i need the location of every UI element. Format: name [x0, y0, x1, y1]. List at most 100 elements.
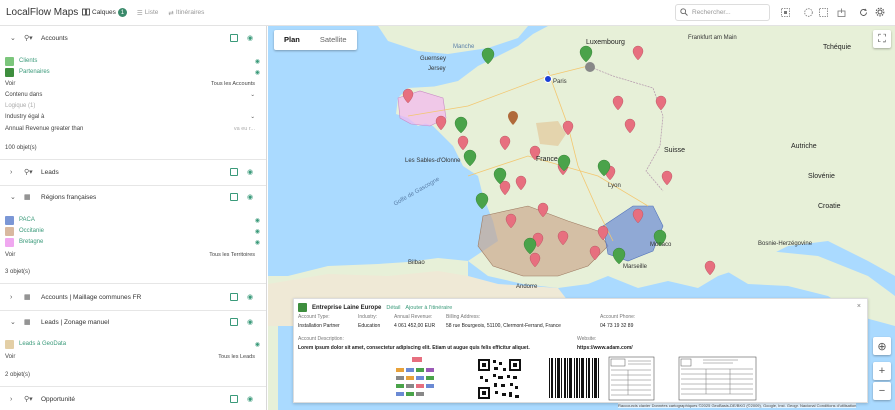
layer-swatch: [5, 67, 14, 77]
layer-item-paca[interactable]: PACA ◉: [5, 215, 260, 225]
eye-icon[interactable]: ◉: [247, 193, 253, 201]
layer-label: PACA: [19, 217, 35, 223]
eye-icon[interactable]: ◉: [255, 239, 260, 246]
layer-item-leads-geodata[interactable]: Leads à GeoData ◉: [5, 339, 260, 349]
layer-settings-icon[interactable]: [230, 193, 238, 201]
place-label: Paris: [553, 79, 567, 85]
record-name: Entreprise Laine Europe: [312, 304, 382, 311]
section-accounts-header[interactable]: ⌄ ⚲▾ Accounts ◉: [0, 29, 266, 47]
divider: [0, 185, 266, 186]
detail-link[interactable]: Détail: [386, 305, 400, 311]
layer-settings-icon[interactable]: [230, 318, 238, 326]
field-label: Voir: [5, 252, 16, 258]
revenue-filter[interactable]: Annual Revenue greater than va eu r...: [5, 124, 260, 134]
close-icon[interactable]: ×: [857, 303, 861, 310]
chevron-down-icon[interactable]: ⌄: [10, 193, 16, 201]
layer-label: Bretagne: [19, 239, 44, 245]
layer-item-clients[interactable]: Clients ◉: [5, 56, 260, 66]
place-label: Frankfurt am Main: [688, 35, 737, 41]
section-zonage-header[interactable]: ⌄ ▦ Leads | Zonage manuel ◉: [0, 313, 266, 331]
section-leads-header[interactable]: › ⚲▾ Leads ◉: [0, 163, 266, 181]
layer-settings-icon[interactable]: [230, 293, 238, 301]
layer-item-partenaires[interactable]: Partenaires ◉: [5, 67, 260, 77]
gear-icon[interactable]: [875, 7, 885, 17]
field-phone: Account Phone: 04 73 19 32 89: [600, 314, 636, 329]
layer-item-bretagne[interactable]: Bretagne ◉: [5, 237, 260, 247]
field-label: Industry égal à: [5, 114, 45, 120]
record-info-card: Entreprise Laine Europe Détail Ajouter à…: [293, 298, 868, 403]
eye-icon[interactable]: ◉: [255, 228, 260, 235]
eye-icon[interactable]: ◉: [247, 293, 253, 301]
map-mode-plan[interactable]: Plan: [274, 30, 310, 50]
map-pin-icon: ⚲▾: [24, 169, 33, 176]
object-count: 100 objet(s): [5, 145, 37, 151]
section-regions-header[interactable]: ⌄ ▦ Régions françaises ◉: [0, 188, 266, 206]
layer-settings-icon[interactable]: [230, 34, 238, 42]
tab-itineraires[interactable]: ⇄ Itinéraires: [168, 9, 204, 17]
eye-icon[interactable]: ◉: [255, 58, 260, 65]
eye-icon[interactable]: ◉: [255, 69, 260, 76]
section-title: Régions françaises: [41, 193, 97, 201]
chevron-down-icon[interactable]: ⌄: [10, 34, 16, 42]
search-input[interactable]: [692, 9, 762, 16]
divider: [0, 283, 266, 284]
eye-icon[interactable]: ◉: [247, 34, 253, 42]
filter-operator-select[interactable]: Contenu dans ⌄: [5, 90, 260, 100]
section-title: Accounts | Maillage communes FR: [41, 293, 142, 301]
eye-icon[interactable]: ◉: [247, 395, 253, 403]
layer-count-badge: 1: [117, 8, 127, 17]
place-label: Les Sables-d'Olonne: [405, 158, 461, 164]
place-label: Marseille: [623, 264, 648, 270]
place-label: Jersey: [428, 66, 446, 72]
voir-select-regions[interactable]: Voir Tous les Territoires: [5, 250, 260, 260]
tab-calques[interactable]: Calques 1: [82, 8, 127, 18]
object-count: 2 objet(s): [5, 372, 31, 378]
chevron-down-icon: ⌄: [250, 92, 255, 98]
industry-filter[interactable]: Industry égal à ⌄: [5, 112, 260, 122]
map-attribution: Raccourcis clavier Données cartographiqu…: [618, 403, 857, 408]
lasso-icon[interactable]: [803, 7, 813, 17]
place-label: Tchéquie: [823, 44, 852, 51]
layer-settings-icon[interactable]: [230, 168, 238, 176]
zoom-out-button[interactable]: −: [873, 382, 891, 400]
eye-icon[interactable]: ◉: [247, 318, 253, 326]
layers-icon: [82, 8, 90, 18]
voir-select-leads[interactable]: Voir Tous les Leads: [5, 352, 260, 362]
eye-icon[interactable]: ◉: [247, 168, 253, 176]
locate-icon[interactable]: ⊕: [873, 337, 891, 355]
chevron-right-icon[interactable]: ›: [10, 294, 12, 301]
tab-liste[interactable]: ☰ Liste: [137, 9, 159, 17]
layer-settings-icon[interactable]: [230, 395, 238, 403]
export-icon[interactable]: [836, 7, 846, 17]
field-label: Contenu dans: [5, 92, 43, 98]
polygon-layer-icon: ▦: [24, 194, 31, 201]
section-title: Leads: [41, 168, 59, 176]
chevron-right-icon[interactable]: ›: [10, 396, 12, 403]
field-value: Tous les Territoires: [209, 252, 255, 258]
invoice-document-thumbnail: [678, 356, 757, 401]
chevron-down-icon[interactable]: ⌄: [10, 318, 16, 326]
field-value: va eu r...: [233, 126, 255, 132]
polygon-layer-icon: ▦: [24, 319, 31, 326]
section-title: Accounts: [41, 34, 68, 42]
section-opportunite-header[interactable]: › ⚲▾ Opportunité ◉: [0, 390, 266, 408]
field-label: Annual Revenue greater than: [5, 126, 84, 132]
layer-item-occitanie[interactable]: Occitanie ◉: [5, 226, 260, 236]
app-title: LocalFlow Maps: [6, 7, 79, 18]
search-box[interactable]: [675, 4, 770, 21]
eye-icon[interactable]: ◉: [255, 341, 260, 348]
polygon-layer-icon: ▦: [24, 294, 31, 301]
map-mode-satellite[interactable]: Satellite: [310, 30, 357, 50]
eye-icon[interactable]: ◉: [255, 217, 260, 224]
map-type-toggle[interactable]: Plan Satellite: [274, 30, 357, 50]
add-to-route-link[interactable]: Ajouter à l'itinéraire: [405, 305, 452, 311]
refresh-icon[interactable]: [858, 7, 868, 17]
fullscreen-icon[interactable]: ⛶: [873, 30, 891, 48]
place-label: Autriche: [791, 143, 817, 150]
square-select-icon[interactable]: [818, 7, 828, 17]
zoom-in-button[interactable]: +: [873, 362, 891, 380]
chevron-right-icon[interactable]: ›: [10, 169, 12, 176]
voir-select-accounts[interactable]: Voir Tous les Accounts: [5, 79, 260, 89]
select-area-icon[interactable]: [780, 7, 790, 17]
section-maillage-header[interactable]: › ▦ Accounts | Maillage communes FR ◉: [0, 288, 266, 306]
